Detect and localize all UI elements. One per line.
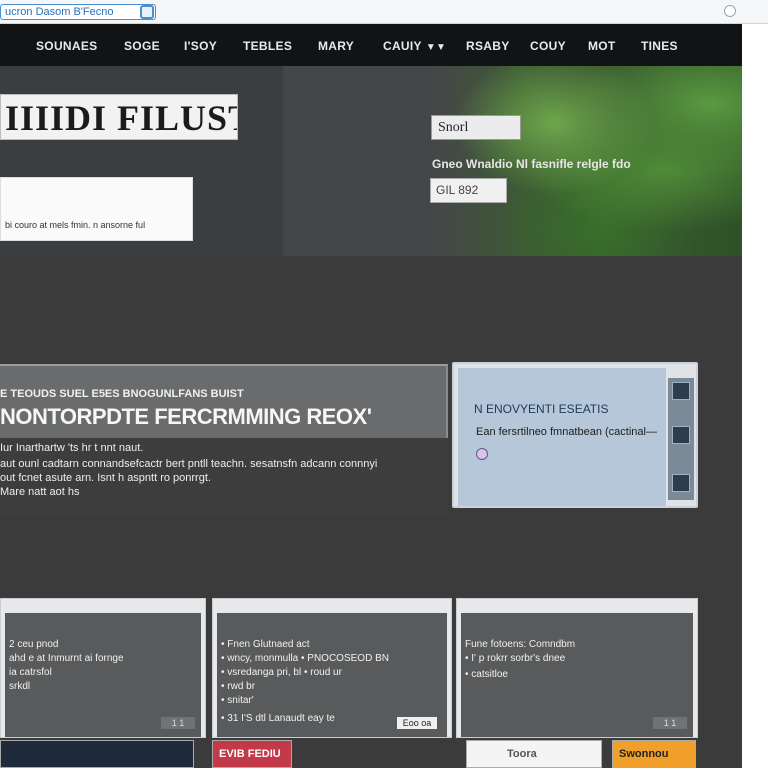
feature-header: E TEOUDS SUEL E5ES BNOGUNLFANS BUIST NON… xyxy=(0,364,448,438)
nav-item-5-dropdown[interactable]: CAUIY ▼▼ xyxy=(383,39,446,53)
hero-caption: Gneo Wnaldio Nl fasnifle relgle fdo xyxy=(432,157,631,171)
nav-item-5-label: CAUIY xyxy=(383,39,422,53)
scroll-up-icon[interactable] xyxy=(672,382,690,400)
nav-item-1[interactable]: SOGE xyxy=(124,39,160,53)
nav-item-6[interactable]: RSABY xyxy=(466,39,510,53)
scroll-down-icon[interactable] xyxy=(672,474,690,492)
refresh-icon[interactable] xyxy=(140,5,154,19)
card-2-body: • Fnen Glutnaed act • wncy, monmulla • P… xyxy=(217,613,447,737)
bottom-tile-2[interactable]: EVIB FEDIU xyxy=(212,740,292,768)
card-2-line-3: • vsredanga pri, bl • roud ur xyxy=(221,667,342,678)
url-field[interactable]: ucron Dasom B'Fecno xyxy=(0,4,156,20)
side-dialog: N ENOVYENTI ESEATIS Ean fersrtilneo fmna… xyxy=(452,362,698,508)
window-close-icon[interactable] xyxy=(724,5,736,17)
card-1-line-2: ahd e at Inmurnt ai fornge xyxy=(9,653,124,664)
top-nav: SOUNAES SOGE I'SOY TEBLES MARY CAUIY ▼▼ R… xyxy=(0,24,742,66)
card-3-tag[interactable]: 1 1 xyxy=(653,717,687,729)
feature-line-3: out fcnet asute arn. Isnt h aspntt ro po… xyxy=(0,472,211,484)
feature-line-4: Mare natt aot hs xyxy=(0,486,80,498)
site-logo[interactable]: IIIIDI FILUST xyxy=(0,94,238,140)
nav-item-0[interactable]: SOUNAES xyxy=(36,39,97,53)
hero-sub-tag[interactable]: GIL 892 xyxy=(430,178,507,203)
bottom-tile-3[interactable]: Toora xyxy=(466,740,602,768)
nav-item-3[interactable]: TEBLES xyxy=(243,39,292,53)
card-3-line-1: Fune fotoens: Comndbm xyxy=(465,639,576,650)
feature-line-1: Iur Inarthartw 'ts hr t nnt naut. xyxy=(0,442,144,454)
browser-address-bar: ucron Dasom B'Fecno xyxy=(0,0,768,24)
card-3-line-3: • catsitloe xyxy=(465,669,508,680)
card-3-line-2: • I' p rokrr sorbr's dnee xyxy=(465,653,566,664)
feature-body: Iur Inarthartw 'ts hr t nnt naut. aut ou… xyxy=(0,438,448,518)
hero-tag[interactable]: Snorl xyxy=(431,115,521,140)
card-1-body: 2 ceu pnod ahd e at Inmurnt ai fornge ia… xyxy=(5,613,201,737)
card-1-tag[interactable]: 1 1 xyxy=(161,717,195,729)
side-dialog-body: N ENOVYENTI ESEATIS Ean fersrtilneo fmna… xyxy=(458,368,666,506)
card-2-line-2: • wncy, monmulla • PNOCOSEOD BN xyxy=(221,653,389,664)
side-dialog-text: Ean fersrtilneo fmnatbean (cactinal— xyxy=(476,426,657,438)
feature-line-2: aut ounl cadtarn connandsefcactr bert pn… xyxy=(0,458,378,470)
card-1-line-1: 2 ceu pnod xyxy=(9,639,59,650)
card-1[interactable]: 2 ceu pnod ahd e at Inmurnt ai fornge ia… xyxy=(0,598,206,738)
page-edge xyxy=(742,24,768,768)
card-2-line-1: • Fnen Glutnaed act xyxy=(221,639,310,650)
bottom-tile-1[interactable] xyxy=(0,740,194,768)
nav-item-7[interactable]: COUY xyxy=(530,39,566,53)
bottom-tile-4-label: Swonnou xyxy=(619,748,669,760)
side-dialog-title: N ENOVYENTI ESEATIS xyxy=(474,402,609,416)
nav-item-4[interactable]: MARY xyxy=(318,39,354,53)
nav-item-2[interactable]: I'SOY xyxy=(184,39,217,53)
bottom-tile-3-label: Toora xyxy=(507,748,537,760)
page: ucron Dasom B'Fecno SOUNAES SOGE I'SOY T… xyxy=(0,0,768,768)
feature-kicker: E TEOUDS SUEL E5ES BNOGUNLFANS BUIST xyxy=(0,388,244,400)
side-dialog-scrollbar[interactable] xyxy=(668,378,694,500)
chevron-down-icon: ▼▼ xyxy=(425,42,447,53)
card-2-line-6: • 31 I'S dtl Lanaudt eay te xyxy=(221,713,335,724)
radio-button[interactable] xyxy=(476,448,488,460)
feature-title[interactable]: NONTORPDTE FERCRMMING REOX' xyxy=(0,404,372,430)
bottom-tile-2-label: EVIB FEDIU xyxy=(219,748,281,760)
hero-box-text: bi couro at mels fmin. n ansorne ful xyxy=(5,220,146,230)
card-3-body: Fune fotoens: Comndbm • I' p rokrr sorbr… xyxy=(461,613,693,737)
nav-item-8[interactable]: MOT xyxy=(588,39,616,53)
hero-search-box[interactable]: bi couro at mels fmin. n ansorne ful xyxy=(0,177,193,241)
card-1-line-3: ia catrsfol xyxy=(9,667,52,678)
bottom-tile-4[interactable]: Swonnou xyxy=(612,740,696,768)
card-2-line-4: • rwd br xyxy=(221,681,256,692)
card-2-line-5: • snitar' xyxy=(221,695,254,706)
card-2[interactable]: • Fnen Glutnaed act • wncy, monmulla • P… xyxy=(212,598,452,738)
card-1-line-4: srkdl xyxy=(9,681,31,692)
scroll-mid-icon[interactable] xyxy=(672,426,690,444)
card-3[interactable]: Fune fotoens: Comndbm • I' p rokrr sorbr… xyxy=(456,598,698,738)
card-2-tag[interactable]: Eoo oa xyxy=(397,717,437,729)
nav-item-9[interactable]: TINES xyxy=(641,39,678,53)
